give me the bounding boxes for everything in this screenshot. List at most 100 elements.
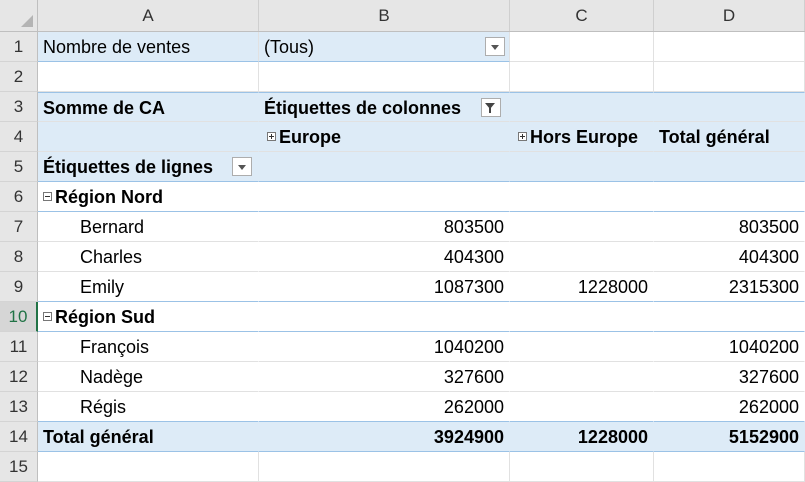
row-14: 14 Total général 3924900 1228000 5152900 — [0, 422, 805, 452]
cell[interactable] — [654, 452, 805, 482]
plus-box-icon[interactable] — [518, 131, 527, 141]
filter-label-cell[interactable]: Nombre de ventes — [38, 32, 259, 62]
row-labels-text: Étiquettes de lignes — [43, 157, 214, 177]
cell[interactable] — [654, 302, 805, 332]
grand-total-label-cell[interactable]: Total général — [38, 422, 259, 452]
cell[interactable] — [510, 92, 654, 122]
cell[interactable] — [510, 302, 654, 332]
hors-europe-value-cell[interactable] — [510, 212, 654, 242]
row-15: 15 — [0, 452, 805, 482]
row-9: 9 Emily 1087300 1228000 2315300 — [0, 272, 805, 302]
row-header[interactable]: 6 — [0, 182, 38, 212]
total-value-cell[interactable]: 404300 — [654, 242, 805, 272]
column-header-d[interactable]: D — [654, 0, 805, 31]
europe-value-cell[interactable]: 803500 — [259, 212, 510, 242]
item-name-cell[interactable]: Charles — [38, 242, 259, 272]
col-total-cell[interactable]: Total général — [654, 122, 805, 152]
item-name-cell[interactable]: Bernard — [38, 212, 259, 242]
col-europe-label: Europe — [279, 127, 342, 147]
cell[interactable] — [510, 32, 654, 62]
cell[interactable] — [654, 152, 805, 182]
row-header[interactable]: 11 — [0, 332, 38, 362]
column-header-a[interactable]: A — [38, 0, 259, 31]
row-header-selected[interactable]: 10 — [0, 302, 38, 332]
item-name-cell[interactable]: Emily — [38, 272, 259, 302]
total-value-cell[interactable]: 262000 — [654, 392, 805, 422]
grand-total-hors-europe-cell[interactable]: 1228000 — [510, 422, 654, 452]
hors-europe-value-cell[interactable] — [510, 332, 654, 362]
row-header[interactable]: 8 — [0, 242, 38, 272]
hors-europe-value-cell[interactable] — [510, 242, 654, 272]
item-name-cell[interactable]: François — [38, 332, 259, 362]
group-name: Région Nord — [55, 187, 163, 207]
plus-box-icon[interactable] — [267, 131, 276, 141]
row-2: 2 — [0, 62, 805, 92]
column-header-b[interactable]: B — [259, 0, 510, 31]
cell[interactable] — [38, 452, 259, 482]
item-name-cell[interactable]: Régis — [38, 392, 259, 422]
cell[interactable] — [510, 452, 654, 482]
row-header[interactable]: 4 — [0, 122, 38, 152]
row-header[interactable]: 7 — [0, 212, 38, 242]
row-header[interactable]: 14 — [0, 422, 38, 452]
hors-europe-value-cell[interactable] — [510, 362, 654, 392]
total-value-cell[interactable]: 803500 — [654, 212, 805, 242]
cell[interactable] — [38, 62, 259, 92]
cell[interactable] — [259, 152, 510, 182]
col-hors-europe-label: Hors Europe — [530, 127, 639, 147]
europe-value-cell[interactable]: 404300 — [259, 242, 510, 272]
total-value-cell[interactable]: 2315300 — [654, 272, 805, 302]
group-header-cell[interactable]: Région Sud — [38, 302, 259, 332]
row-header[interactable]: 9 — [0, 272, 38, 302]
col-europe-cell[interactable]: Europe — [259, 122, 510, 152]
cell[interactable] — [510, 62, 654, 92]
cell[interactable] — [654, 92, 805, 122]
row-header[interactable]: 5 — [0, 152, 38, 182]
row-header[interactable]: 15 — [0, 452, 38, 482]
group-name: Région Sud — [55, 307, 155, 327]
europe-value-cell[interactable]: 327600 — [259, 362, 510, 392]
item-name-cell[interactable]: Nadège — [38, 362, 259, 392]
filter-value-cell[interactable]: (Tous) — [259, 32, 510, 62]
cell[interactable] — [259, 62, 510, 92]
cell[interactable] — [38, 122, 259, 152]
europe-value-cell[interactable]: 1040200 — [259, 332, 510, 362]
cell[interactable] — [259, 452, 510, 482]
group-header-cell[interactable]: Région Nord — [38, 182, 259, 212]
select-all-button[interactable] — [0, 0, 38, 31]
cell[interactable] — [654, 182, 805, 212]
total-value-cell[interactable]: 1040200 — [654, 332, 805, 362]
row-12: 12 Nadège 327600 327600 — [0, 362, 805, 392]
row-header[interactable]: 1 — [0, 32, 38, 62]
hors-europe-value-cell[interactable] — [510, 392, 654, 422]
grand-total-europe-cell[interactable]: 3924900 — [259, 422, 510, 452]
cell[interactable] — [654, 32, 805, 62]
grid: 1 Nombre de ventes (Tous) 2 3 Somme de C… — [0, 32, 805, 482]
column-header-c[interactable]: C — [510, 0, 654, 31]
cell[interactable] — [510, 152, 654, 182]
europe-value-cell[interactable]: 262000 — [259, 392, 510, 422]
cell[interactable] — [510, 182, 654, 212]
minus-box-icon[interactable] — [43, 311, 52, 321]
total-value-cell[interactable]: 327600 — [654, 362, 805, 392]
values-label-cell[interactable]: Somme de CA — [38, 92, 259, 122]
grand-total-cell[interactable]: 5152900 — [654, 422, 805, 452]
filter-icon[interactable] — [481, 98, 501, 117]
cell[interactable] — [259, 302, 510, 332]
row-header[interactable]: 3 — [0, 92, 38, 122]
row-8: 8 Charles 404300 404300 — [0, 242, 805, 272]
column-labels-cell[interactable]: Étiquettes de colonnes — [259, 92, 510, 122]
hors-europe-value-cell[interactable]: 1228000 — [510, 272, 654, 302]
row-header[interactable]: 13 — [0, 392, 38, 422]
cell[interactable] — [654, 62, 805, 92]
row-header[interactable]: 2 — [0, 62, 38, 92]
row-11: 11 François 1040200 1040200 — [0, 332, 805, 362]
col-hors-europe-cell[interactable]: Hors Europe — [510, 122, 654, 152]
cell[interactable] — [259, 182, 510, 212]
row-labels-cell[interactable]: Étiquettes de lignes — [38, 152, 259, 182]
dropdown-arrow-icon[interactable] — [485, 37, 505, 56]
dropdown-arrow-icon[interactable] — [232, 157, 252, 176]
minus-box-icon[interactable] — [43, 191, 52, 201]
row-header[interactable]: 12 — [0, 362, 38, 392]
europe-value-cell[interactable]: 1087300 — [259, 272, 510, 302]
